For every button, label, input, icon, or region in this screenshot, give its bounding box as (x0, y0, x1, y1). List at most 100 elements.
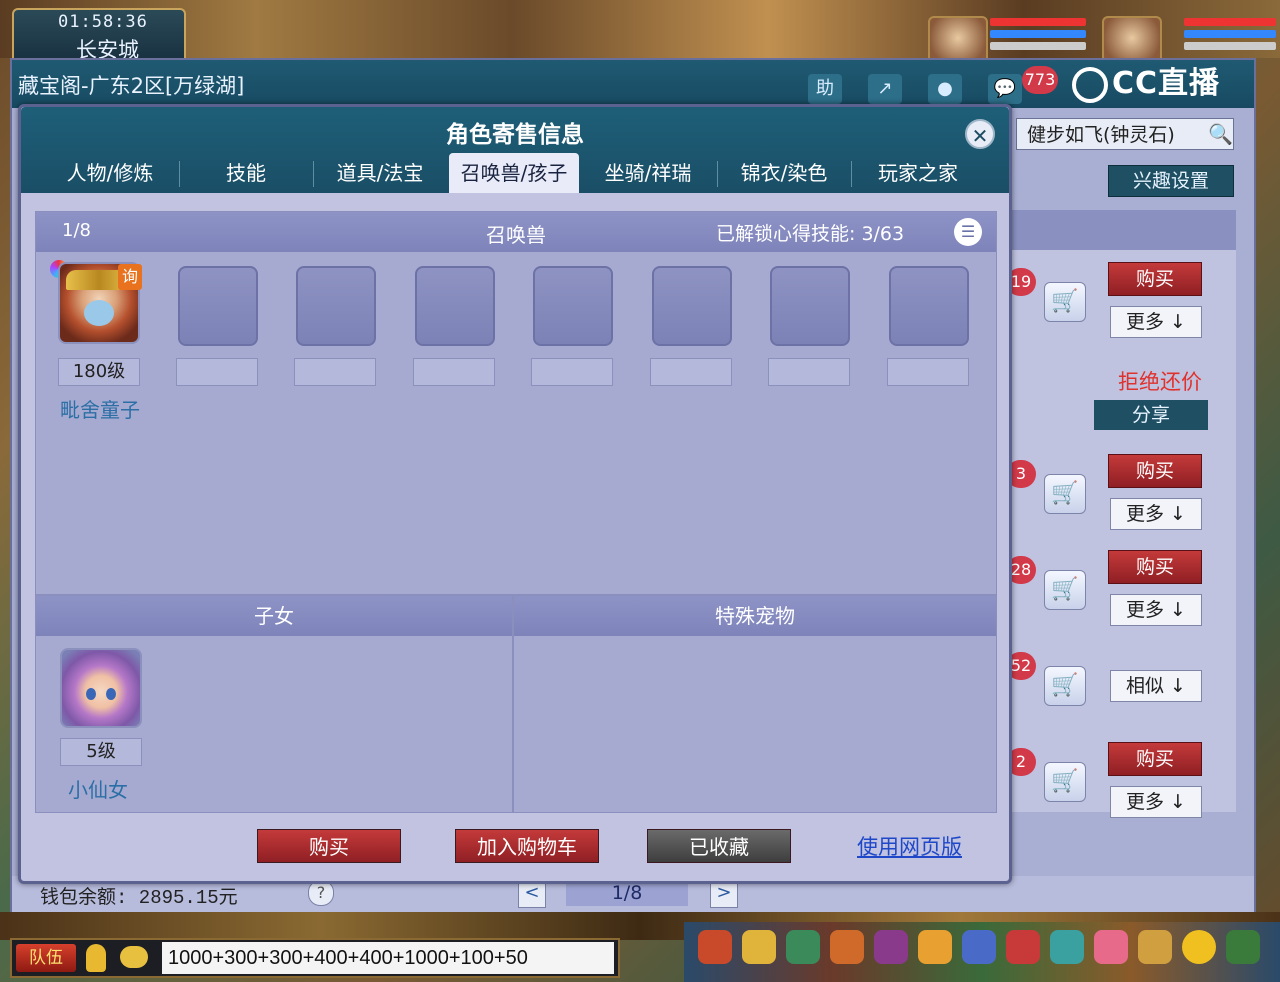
smiley-icon[interactable] (1182, 930, 1216, 964)
more-button[interactable]: 更多 ↓ (1110, 498, 1202, 530)
pet-slot-level-empty (887, 358, 969, 386)
tab-mounts[interactable]: 坐骑/祥瑞 (583, 153, 713, 193)
tab-skills[interactable]: 技能 (181, 153, 311, 193)
dialog-header: 角色寄售信息 ✕ 人物/修炼 技能 道具/法宝 召唤兽/孩子 坐骑/祥瑞 锦衣/… (21, 107, 1009, 193)
tool-icon[interactable] (698, 930, 732, 964)
pet-name[interactable]: 毗舍童子 (60, 394, 140, 423)
children-panel-title: 子女 (36, 596, 512, 636)
interest-settings-button[interactable]: 兴趣设置 (1108, 165, 1234, 197)
chat-icon[interactable]: 💬 (988, 74, 1022, 104)
chat-input[interactable]: 1000+300+300+400+400+1000+100+50 (162, 942, 614, 974)
tool-icon[interactable] (830, 930, 864, 964)
pet-slot-level-empty (176, 358, 258, 386)
microphone-icon[interactable] (86, 944, 106, 972)
cart-icon[interactable]: 🛒 (1044, 666, 1086, 706)
cart-icon[interactable]: 🛒 (1044, 474, 1086, 514)
pet-panel-header: 1/8 召唤兽 已解锁心得技能: 3/63 ☰ (36, 212, 996, 252)
buy-button[interactable]: 购买 (257, 829, 401, 863)
dialog-title: 角色寄售信息 (446, 122, 584, 148)
listing-header (1000, 210, 1236, 250)
pet-panel: 1/8 召唤兽 已解锁心得技能: 3/63 ☰ 询 180级 毗舍童子 (35, 211, 997, 595)
similar-button[interactable]: 相似 ↓ (1110, 670, 1202, 702)
pet-slot-empty[interactable] (652, 266, 732, 346)
tab-player-home[interactable]: 玩家之家 (853, 153, 983, 193)
tool-icon[interactable] (874, 930, 908, 964)
pet-slot-empty[interactable] (533, 266, 613, 346)
next-page-button[interactable]: > (710, 880, 738, 908)
child-name[interactable]: 小仙女 (68, 774, 128, 803)
help-button[interactable]: 助 (808, 74, 842, 104)
inquiry-badge[interactable]: 询 (118, 264, 142, 290)
buy-button[interactable]: 购买 (1108, 742, 1202, 776)
player-status-bars (1184, 18, 1280, 50)
pet-status-bars (990, 18, 1090, 50)
pet-slot-level-empty (650, 358, 732, 386)
chat-bar: 队伍 1000+300+300+400+400+1000+100+50 (10, 938, 620, 978)
tool-icon[interactable] (1094, 930, 1128, 964)
tool-icon[interactable] (962, 930, 996, 964)
close-icon[interactable]: ✕ (965, 119, 995, 149)
tool-icon[interactable] (1050, 930, 1084, 964)
unlocked-skills: 已解锁心得技能: 3/63 (716, 223, 905, 245)
tab-character[interactable]: 人物/修炼 (45, 153, 175, 193)
tab-outfits[interactable]: 锦衣/染色 (719, 153, 849, 193)
pet-slot-empty[interactable] (415, 266, 495, 346)
team-button[interactable]: 队伍 (16, 944, 76, 972)
share-button[interactable]: 分享 (1094, 400, 1208, 430)
cart-icon[interactable]: 🛒 (1044, 282, 1086, 322)
pet-slot-level-empty (413, 358, 495, 386)
tab-pets[interactable]: 召唤兽/孩子 (449, 153, 579, 193)
special-pets-panel: 特殊宠物 (513, 595, 997, 813)
tool-icon[interactable] (918, 930, 952, 964)
pet-slot-level-empty (768, 358, 850, 386)
game-clock: 01:58:36 长安城 (12, 8, 186, 64)
pet-slot-empty[interactable] (296, 266, 376, 346)
search-icon[interactable]: 🔍 (1208, 122, 1233, 146)
buy-button[interactable]: 购买 (1108, 262, 1202, 296)
tool-icon[interactable] (1226, 930, 1260, 964)
child-level: 5级 (60, 738, 142, 766)
pet-slot-level-empty (531, 358, 613, 386)
search-input[interactable]: 健步如飞(钟灵石) (1016, 118, 1234, 150)
pet-slot-empty[interactable] (178, 266, 258, 346)
buy-button[interactable]: 购买 (1108, 550, 1202, 584)
web-version-link[interactable]: 使用网页版 (857, 831, 962, 861)
pet-face-icon (84, 300, 114, 326)
cc-logo-text: CC直播 (1112, 66, 1221, 101)
record-icon[interactable]: ● (928, 74, 962, 104)
more-button[interactable]: 更多 ↓ (1110, 786, 1202, 818)
child-avatar[interactable] (60, 648, 142, 728)
pet-slot-level-empty (294, 358, 376, 386)
tool-icon[interactable] (742, 930, 776, 964)
cart-icon[interactable]: 🛒 (1044, 570, 1086, 610)
clock-time: 01:58:36 (58, 12, 148, 32)
role-sale-dialog: 角色寄售信息 ✕ 人物/修炼 技能 道具/法宝 召唤兽/孩子 坐骑/祥瑞 锦衣/… (18, 104, 1012, 884)
refuse-bargain-label: 拒绝还价 (1118, 370, 1202, 394)
prev-page-button[interactable]: < (518, 880, 546, 908)
tool-icon[interactable] (786, 930, 820, 964)
pet-slot-empty[interactable] (889, 266, 969, 346)
game-toolbar (684, 922, 1280, 982)
more-button[interactable]: 更多 ↓ (1110, 594, 1202, 626)
child-eye-icon (86, 688, 96, 700)
more-button[interactable]: 更多 ↓ (1110, 306, 1202, 338)
tool-icon[interactable] (1138, 930, 1172, 964)
window-title: 藏宝阁-广东2区[万绿湖] (18, 74, 245, 98)
share-arrow-icon[interactable]: ↗ (868, 74, 902, 104)
list-icon[interactable]: ☰ (954, 218, 982, 246)
cc-logo-icon (1072, 66, 1108, 103)
add-to-cart-button[interactable]: 加入购物车 (455, 829, 599, 863)
cc-live-logo: CC直播 (1072, 60, 1252, 108)
window-titlebar: 藏宝阁-广东2区[万绿湖] 助 ↗ ● 💬 773 CC直播 (12, 60, 1254, 108)
cart-icon[interactable]: 🛒 (1044, 762, 1086, 802)
emote-bubble-icon[interactable] (120, 946, 148, 968)
pet-level: 180级 (58, 358, 140, 386)
special-pets-title: 特殊宠物 (514, 596, 996, 636)
tab-divider (851, 161, 852, 187)
favorited-button[interactable]: 已收藏 (647, 829, 791, 863)
pet-slot-empty[interactable] (770, 266, 850, 346)
tool-icon[interactable] (1006, 930, 1040, 964)
tab-items[interactable]: 道具/法宝 (315, 153, 445, 193)
notification-badge: 773 (1022, 66, 1058, 94)
buy-button[interactable]: 购买 (1108, 454, 1202, 488)
